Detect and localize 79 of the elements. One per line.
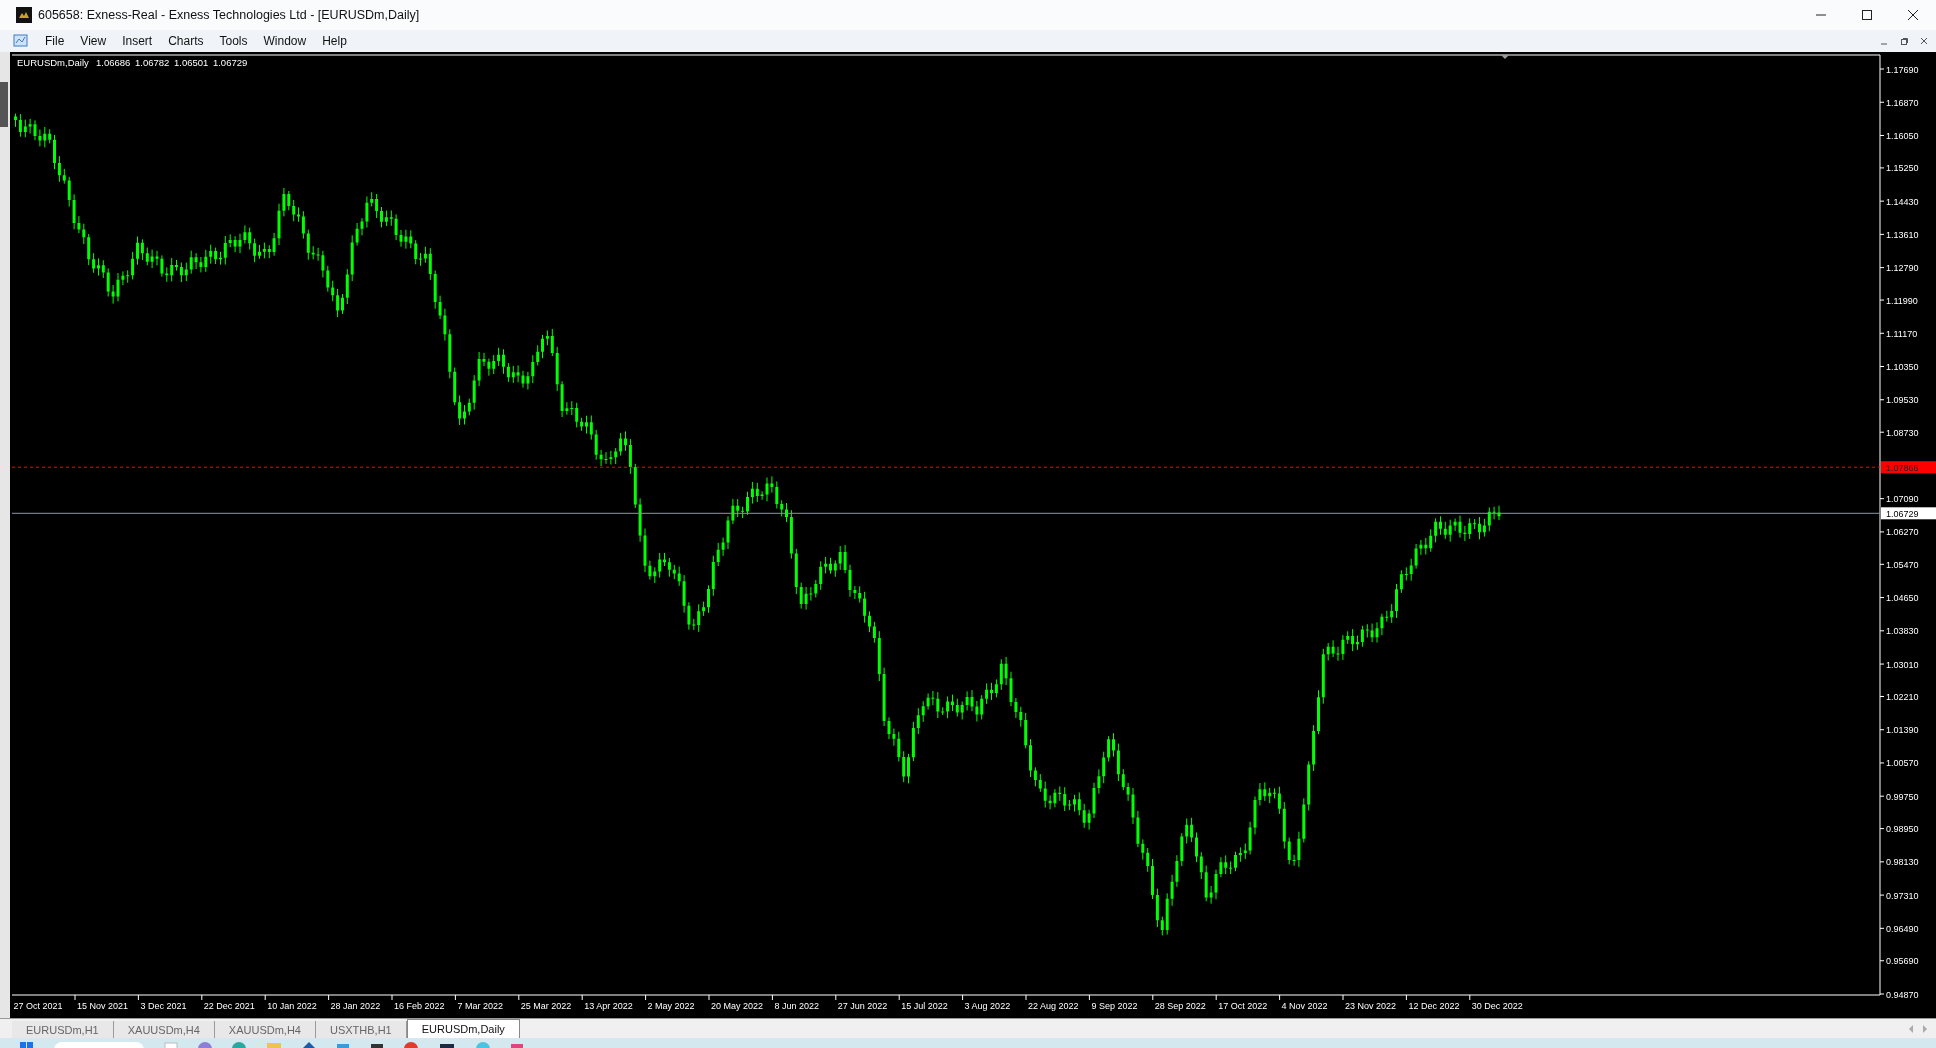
scroll-left-icon[interactable]: [1908, 1025, 1914, 1033]
ohlc-values: 1.06686 1.06782 1.06501 1.06729: [96, 57, 248, 68]
date-label: 30 Dec 2022: [1471, 1001, 1523, 1011]
date-label: 17 Oct 2022: [1218, 1001, 1268, 1011]
shift-marker-icon: [1501, 55, 1509, 59]
date-label: 9 Sep 2022: [1091, 1001, 1138, 1011]
price-label: 1.03010: [1886, 659, 1919, 670]
symbol-label: EURUSDm,Daily: [17, 57, 89, 68]
date-label: 23 Nov 2022: [1345, 1001, 1397, 1011]
chart-tab[interactable]: USXTHB,H1: [316, 1021, 407, 1038]
price-label: 0.95690: [1886, 956, 1919, 967]
menu-item[interactable]: Charts: [160, 34, 212, 48]
price-label: 1.05470: [1886, 559, 1919, 570]
price-label: 0.94870: [1886, 989, 1919, 1000]
menu-item[interactable]: Help: [314, 34, 355, 48]
price-label: 1.02210: [1886, 692, 1919, 702]
date-label: 27 Jun 2022: [837, 1001, 888, 1011]
price-label: 1.13610: [1886, 229, 1919, 240]
price-label: 1.17690: [1886, 64, 1919, 75]
price-label: 1.11170: [1886, 328, 1918, 339]
chart-window-icon[interactable]: [13, 33, 29, 49]
price-label: 0.96490: [1886, 923, 1919, 934]
date-label: 3 Aug 2022: [964, 1001, 1011, 1011]
date-label: 8 Jun 2022: [774, 1001, 819, 1011]
date-label: 7 Mar 2022: [457, 1001, 503, 1011]
app-logo-icon: [16, 7, 32, 23]
date-label: 12 Dec 2022: [1408, 1001, 1460, 1011]
price-label: 1.07090: [1886, 494, 1919, 505]
price-label: 1.11990: [1886, 295, 1918, 306]
menu-item[interactable]: Insert: [114, 34, 161, 48]
price-label: 1.14430: [1886, 196, 1919, 207]
price-label: 0.99750: [1886, 791, 1919, 802]
menu-item[interactable]: File: [37, 34, 73, 48]
price-label: 1.01390: [1886, 725, 1919, 736]
chart-tab[interactable]: XAUUSDm,H4: [113, 1021, 215, 1038]
price-label: 1.09530: [1886, 395, 1919, 406]
date-label: 2 May 2022: [647, 1001, 695, 1011]
restore-icon[interactable]: [1900, 37, 1908, 45]
price-label: 1.16050: [1886, 131, 1919, 141]
menu-item[interactable]: View: [72, 34, 115, 48]
date-label: 3 Dec 2021: [140, 1001, 187, 1011]
date-label: 25 Mar 2022: [520, 1001, 572, 1011]
price-label: 0.98130: [1886, 857, 1919, 868]
chart-tab[interactable]: EURUSDm,H1: [12, 1021, 114, 1038]
maximize-icon: [1861, 9, 1873, 21]
date-label: 28 Sep 2022: [1154, 1001, 1206, 1011]
chart-tab[interactable]: EURUSDm,Daily: [406, 1019, 520, 1038]
price-label: 1.06270: [1886, 527, 1919, 538]
price-label: 1.15250: [1886, 163, 1919, 174]
price-label: 1.12790: [1886, 263, 1919, 274]
price-label: 0.97310: [1886, 890, 1919, 901]
price-label: 1.16870: [1886, 97, 1919, 108]
date-label: 22 Dec 2021: [203, 1001, 255, 1011]
date-label: 15 Jul 2022: [901, 1001, 948, 1011]
ask-price-tag: 1.07866: [1881, 461, 1936, 474]
date-label: 27 Oct 2021: [13, 1001, 63, 1011]
date-label: 16 Feb 2022: [394, 1001, 445, 1011]
menu-item[interactable]: Window: [255, 34, 315, 48]
scrollbar[interactable]: [0, 52, 10, 1018]
price-label: 1.08730: [1886, 427, 1919, 438]
price-label: 1.04650: [1886, 593, 1919, 604]
date-label: 15 Nov 2021: [77, 1001, 129, 1011]
price-label: 0.98950: [1886, 824, 1919, 835]
close-icon[interactable]: [1920, 37, 1928, 45]
price-label: 1.00570: [1886, 758, 1919, 769]
menu-item[interactable]: Tools: [211, 34, 256, 48]
price-label: 1.03830: [1886, 626, 1919, 637]
scroll-right-icon[interactable]: [1922, 1025, 1928, 1033]
date-label: 10 Jan 2022: [267, 1001, 317, 1011]
date-label: 13 Apr 2022: [584, 1001, 633, 1011]
price-label: 1.10350: [1886, 362, 1919, 372]
bid-price-tag: 1.06729: [1881, 507, 1936, 520]
window-title: 605658: Exness-Real - Exness Technologies Ltd - [EURUSDm,Daily]: [38, 8, 420, 22]
date-label: 28 Jan 2022: [330, 1001, 381, 1011]
date-label: 4 Nov 2022: [1281, 1001, 1328, 1011]
chart-tab[interactable]: XAUUSDm,H4: [214, 1021, 316, 1038]
date-label: 20 May 2022: [711, 1001, 764, 1011]
close-icon: [1907, 9, 1919, 21]
date-label: 22 Aug 2022: [1028, 1001, 1079, 1011]
